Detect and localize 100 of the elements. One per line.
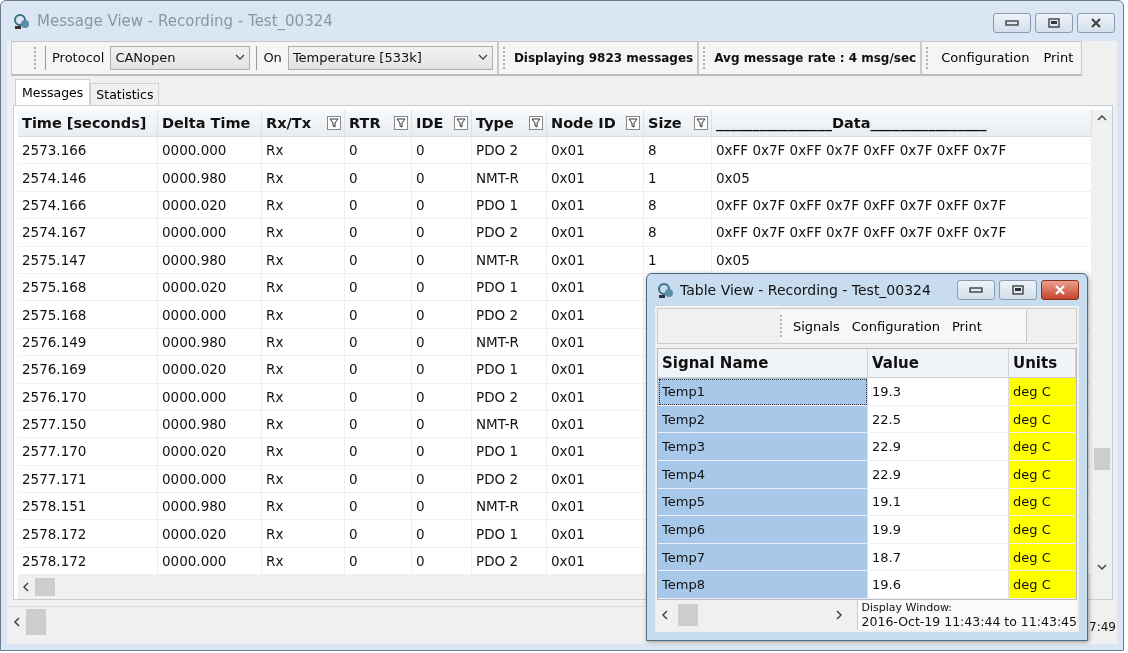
table-cell: PDO 2: [472, 383, 547, 410]
column-header[interactable]: IDE: [416, 115, 444, 131]
table-cell: 2576.169: [18, 356, 158, 383]
maximize-button[interactable]: [1035, 13, 1073, 33]
toolbar-button[interactable]: Configuration: [847, 316, 944, 336]
table-cell: 2574.166: [18, 191, 158, 219]
column-header[interactable]: Rx/Tx: [266, 115, 312, 131]
table-cell: 0x01: [547, 520, 644, 547]
toolbar-button[interactable]: Signals: [789, 316, 844, 336]
column-header[interactable]: Node ID: [551, 115, 616, 131]
toolbar-button[interactable]: Print: [1039, 48, 1078, 67]
close-button[interactable]: [1041, 280, 1079, 301]
table-cell: PDO 1: [472, 520, 547, 547]
table-cell[interactable]: Temp6: [658, 516, 868, 544]
table-cell: 0: [345, 438, 412, 465]
table-cell: deg C: [1009, 571, 1076, 599]
chevron-down-icon: [1097, 564, 1107, 572]
column-header[interactable]: RTR: [349, 115, 381, 131]
scrollbar-thumb[interactable]: [1094, 448, 1110, 471]
table-cell: 0: [345, 137, 412, 164]
table-cell: 0000.020: [158, 520, 262, 547]
message-rate: Avg message rate : 4 msg/sec: [714, 50, 917, 65]
table-cell[interactable]: Temp1: [658, 378, 868, 406]
table-cell: 0x01: [547, 164, 644, 191]
table-cell: 0000.000: [158, 137, 262, 164]
tab[interactable]: Statistics: [90, 83, 160, 105]
chevron-left-icon: [22, 582, 29, 593]
table-cell: 0x01: [547, 273, 644, 301]
toolbar-button[interactable]: Configuration: [937, 48, 1034, 67]
table-cell: 0000.980: [158, 410, 262, 438]
close-button[interactable]: [1077, 13, 1115, 33]
protocol-label: Protocol: [52, 50, 105, 65]
column-header[interactable]: Signal Name: [658, 349, 868, 378]
table-cell: Rx: [262, 493, 345, 520]
table-cell: 0000.000: [158, 547, 262, 575]
protocol-dropdown[interactable]: CANopen: [110, 45, 251, 70]
table-cell: 0: [345, 328, 412, 356]
scrollbar-thumb[interactable]: [678, 604, 698, 626]
table-cell: 2576.170: [18, 383, 158, 410]
source-dropdown[interactable]: Temperature [533k]: [287, 45, 493, 70]
table-cell: 2578.172: [18, 520, 158, 547]
table-cell: Rx: [262, 520, 345, 547]
tab[interactable]: Messages: [15, 79, 91, 105]
table-cell: 0: [412, 164, 472, 191]
table-cell: Rx: [262, 356, 345, 383]
table-cell: 0: [345, 219, 412, 246]
table-cell: 0: [345, 301, 412, 328]
table-cell: 0000.980: [158, 493, 262, 520]
table-cell: 0: [412, 273, 472, 301]
table-cell[interactable]: Temp8: [658, 571, 868, 599]
table-cell[interactable]: Temp5: [658, 488, 868, 517]
column-header[interactable]: ________________Data________________: [716, 115, 987, 131]
table-cell: 2577.171: [18, 465, 158, 493]
scrollbar-thumb[interactable]: [35, 578, 55, 597]
table-cell: 0000.980: [158, 246, 262, 273]
table-cell: PDO 2: [472, 547, 547, 575]
table-cell[interactable]: Temp3: [658, 433, 868, 462]
column-header[interactable]: Size: [648, 115, 682, 131]
column-header[interactable]: Type: [476, 115, 514, 131]
filter-icon: [327, 116, 341, 130]
table-cell[interactable]: Temp2: [658, 405, 868, 434]
minimize-button[interactable]: [957, 280, 995, 301]
table-cell: 0: [412, 520, 472, 547]
table-cell: 2575.168: [18, 301, 158, 328]
display-window-label: Display Window:: [861, 601, 954, 614]
table-cell: deg C: [1009, 488, 1076, 517]
table-cell: 0: [345, 356, 412, 383]
table-cell: Rx: [262, 273, 345, 301]
vertical-scrollbar[interactable]: [1092, 110, 1112, 576]
table-cell: 0: [412, 137, 472, 164]
chevron-left-icon: [13, 616, 20, 627]
table-cell: 0000.980: [158, 328, 262, 356]
table-cell: 0x01: [547, 493, 644, 520]
chevron-down-icon: [235, 54, 246, 61]
table-cell: 0000.020: [158, 273, 262, 301]
minimize-button[interactable]: [993, 13, 1031, 33]
table-cell: 0: [412, 547, 472, 575]
scrollbar-thumb[interactable]: [26, 608, 46, 635]
table-cell: 2577.150: [18, 410, 158, 438]
table-cell[interactable]: Temp4: [658, 461, 868, 489]
table-cell: PDO 1: [472, 438, 547, 465]
table-cell: 0: [345, 410, 412, 438]
table-cell: 0: [412, 383, 472, 410]
table-cell: PDO 1: [472, 356, 547, 383]
column-header[interactable]: Units: [1009, 349, 1076, 378]
on-label: On: [263, 50, 282, 65]
table-cell: 0000.000: [158, 219, 262, 246]
column-header[interactable]: Delta Time: [162, 115, 251, 131]
column-header[interactable]: Time [seconds]: [22, 115, 147, 131]
maximize-icon: [1012, 285, 1024, 296]
table-cell: 2574.167: [18, 219, 158, 246]
table-cell: Rx: [262, 246, 345, 273]
table-cell: 0: [345, 246, 412, 273]
table-cell: Rx: [262, 410, 345, 438]
table-cell[interactable]: Temp7: [658, 543, 868, 572]
table-cell: 0: [412, 328, 472, 356]
toolbar-button[interactable]: Print: [947, 316, 986, 336]
maximize-button[interactable]: [999, 280, 1037, 301]
column-header[interactable]: Value: [868, 349, 1009, 378]
display-window-range: 2016-Oct-19 11:43:44 to 11:43:45: [861, 613, 1077, 629]
